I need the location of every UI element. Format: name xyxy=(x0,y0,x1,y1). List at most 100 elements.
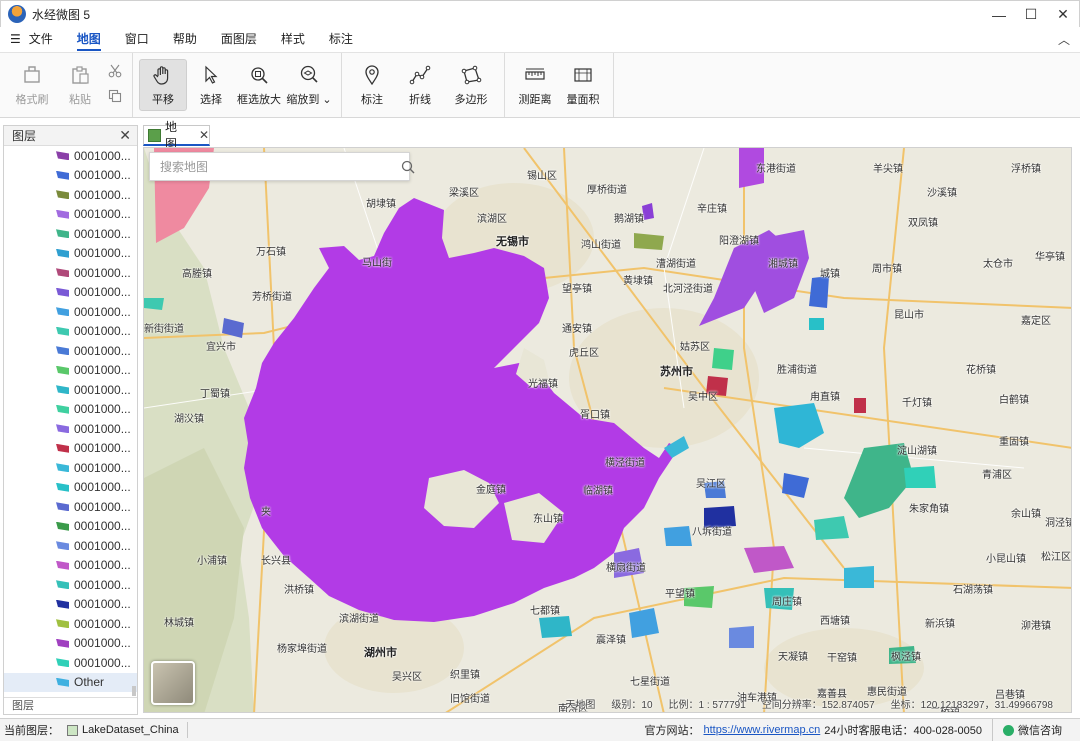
layer-list-item[interactable]: 0001000... xyxy=(4,478,137,498)
navigation-group: 平移 选择 框选放大 缩放到 ⌄ xyxy=(139,53,342,117)
layer-list-item[interactable]: 0001000... xyxy=(4,205,137,225)
layer-list-item[interactable]: 0001000... xyxy=(4,439,137,459)
copy-icon[interactable] xyxy=(108,89,122,106)
cut-icon[interactable] xyxy=(108,64,122,81)
layer-list-scrollbar[interactable] xyxy=(132,686,136,696)
map-place-label: 小昆山镇 xyxy=(986,554,1026,565)
measure-distance-button[interactable]: 测距离 xyxy=(511,59,559,111)
layer-list: 0001000... 0001000... 0001000... 0001000...… xyxy=(4,146,137,698)
map-place-label: 新街街道 xyxy=(144,324,184,335)
collapse-ribbon-icon[interactable]: ︿ xyxy=(1058,31,1070,48)
layer-list-item[interactable]: 0001000... xyxy=(4,556,137,576)
map-place-label: 金庭镇 xyxy=(476,485,506,496)
layer-list-item[interactable]: 0001000... xyxy=(4,263,137,283)
layer-list-item[interactable]: 0001000... xyxy=(4,497,137,517)
map-place-label: 林城镇 xyxy=(164,618,194,629)
layer-list-item[interactable]: 0001000... xyxy=(4,302,137,322)
layer-list-item[interactable]: 0001000... xyxy=(4,322,137,342)
map-search-input[interactable] xyxy=(160,159,380,174)
zoom-to-button[interactable]: 缩放到 ⌄ xyxy=(283,59,335,111)
map-place-label: 七都镇 xyxy=(530,606,560,617)
map-place-label: 东港街道 xyxy=(756,164,796,175)
layer-list-item[interactable]: 0001000... xyxy=(4,146,137,166)
layer-list-item[interactable]: 0001000... xyxy=(4,614,137,634)
maximize-button[interactable]: ☐ xyxy=(1015,1,1047,28)
layer-list-item-label: 0001000... xyxy=(74,655,131,670)
status-contact: 官方网站： https://www.rivermap.cn 24小时客服电话：4… xyxy=(644,719,1080,741)
layer-list-item[interactable]: 0001000... xyxy=(4,185,137,205)
layer-list-item[interactable]: 0001000... xyxy=(4,341,137,361)
select-button[interactable]: 选择 xyxy=(187,59,235,111)
map-place-label: 横扇街道 xyxy=(606,563,646,574)
annotate-button[interactable]: 标注 xyxy=(348,59,396,111)
layer-list-item[interactable]: 0001000... xyxy=(4,224,137,244)
close-button[interactable]: ✕ xyxy=(1047,1,1079,28)
measure-area-button[interactable]: 量面积 xyxy=(559,59,607,111)
menu-file[interactable]: 文件 xyxy=(25,27,65,51)
layer-list-item[interactable]: 0001000... xyxy=(4,283,137,303)
map-place-label: 胡埭镇 xyxy=(366,199,396,210)
menu-window[interactable]: 窗口 xyxy=(113,27,161,51)
map-place-label: 七星街道 xyxy=(630,677,670,688)
map-place-label: 辛庄镇 xyxy=(697,204,727,215)
layer-list-item[interactable]: 0001000... xyxy=(4,361,137,381)
layer-list-item-label: 0001000... xyxy=(74,265,131,280)
map-place-label: 锡山区 xyxy=(527,171,557,182)
layer-list-item-label: 0001000... xyxy=(74,324,131,339)
status-current-layer: 当前图层： LakeDataset_China xyxy=(0,722,179,738)
menu-help[interactable]: 帮助 xyxy=(161,27,209,51)
menu-polygon-layer[interactable]: 面图层 xyxy=(209,27,269,51)
menu-annotation[interactable]: 标注 xyxy=(317,27,365,51)
paste-button[interactable]: 粘贴 xyxy=(56,59,104,111)
menu-map[interactable]: 地图 xyxy=(65,27,113,51)
layer-list-item[interactable]: 0001000... xyxy=(4,653,137,673)
layer-color-swatch-icon xyxy=(56,541,69,551)
layer-panel-footer-tab[interactable]: 图层 xyxy=(4,697,137,714)
wechat-consult-button[interactable]: 微信咨询 xyxy=(992,719,1080,741)
lake-polygon xyxy=(664,526,692,546)
box-zoom-button[interactable]: 框选放大 xyxy=(235,59,283,111)
layer-list-item[interactable]: Other xyxy=(4,672,137,692)
layer-color-swatch-icon xyxy=(56,170,69,180)
layer-list-item-label: 0001000... xyxy=(74,304,131,319)
layer-list-item[interactable]: 0001000... xyxy=(4,536,137,556)
map-place-label: 杨家埠街道 xyxy=(277,644,327,655)
map-place-label: 鹅湖镇 xyxy=(614,214,644,225)
tab-map[interactable]: 地图 ✕ xyxy=(143,120,210,151)
tab-close-icon[interactable]: ✕ xyxy=(199,128,209,142)
polygon-button[interactable]: 多边形 xyxy=(444,59,498,111)
format-brush-button[interactable]: 格式刷 xyxy=(8,59,56,111)
menu-style[interactable]: 样式 xyxy=(269,27,317,51)
polyline-button[interactable]: 折线 xyxy=(396,59,444,111)
layer-list-item-label: 0001000... xyxy=(74,343,131,358)
hand-icon xyxy=(152,63,174,87)
layer-list-item[interactable]: 0001000... xyxy=(4,634,137,654)
map-pin-icon xyxy=(361,63,383,87)
layer-color-swatch-icon xyxy=(56,443,69,453)
layer-list-item[interactable]: 0001000... xyxy=(4,380,137,400)
layer-list-item[interactable]: 0001000... xyxy=(4,166,137,186)
layer-panel-close-icon[interactable]: ✕ xyxy=(119,127,131,144)
minimize-button[interactable]: — xyxy=(983,1,1015,28)
layer-list-item[interactable]: 0001000... xyxy=(4,400,137,420)
app-menu-icon[interactable]: ☰ xyxy=(0,27,25,51)
layer-list-item-label: 0001000... xyxy=(74,636,131,651)
layer-color-swatch-icon xyxy=(56,619,69,629)
map-place-label: 胥口镇 xyxy=(580,410,610,421)
map-place-label: 苏州市 xyxy=(660,366,693,378)
map-place-label: 昆山市 xyxy=(894,310,924,321)
map-place-label: 芳桥街道 xyxy=(252,292,292,303)
pan-button[interactable]: 平移 xyxy=(139,59,187,111)
map-view[interactable]: 锡山区 东港街道 羊尖镇 浮桥镇 梁溪区 厚桥街道 胡埭镇 沙溪镇 滨湖区 鹅湖镇 辛庄镇 双凤镇 无锡… xyxy=(143,147,1072,713)
layer-list-item[interactable]: 0001000... xyxy=(4,458,137,478)
layer-list-item[interactable]: 0001000... xyxy=(4,575,137,595)
layer-list-item[interactable]: 0001000... xyxy=(4,244,137,264)
map-place-label: 天凝镇 xyxy=(778,652,808,663)
layer-list-item[interactable]: 0001000... xyxy=(4,595,137,615)
layer-list-item[interactable]: 0001000... xyxy=(4,517,137,537)
map-place-label: 虎丘区 xyxy=(569,348,599,359)
website-link[interactable]: https://www.rivermap.cn xyxy=(703,724,820,736)
dropdown-caret-icon[interactable]: ⌄ xyxy=(322,94,331,106)
layer-list-item[interactable]: 0001000... xyxy=(4,419,137,439)
map-place-label: 梁溪区 xyxy=(449,188,479,199)
